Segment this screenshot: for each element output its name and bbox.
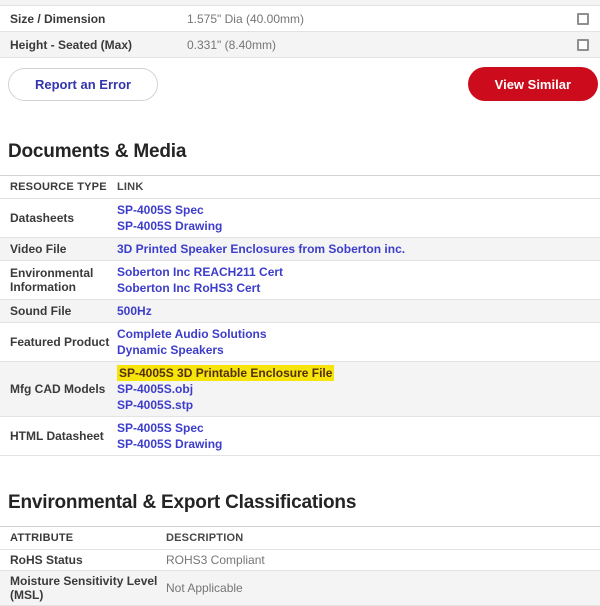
column-header-resource-type: RESOURCE TYPE [0,181,117,193]
document-link[interactable]: SP-4005S.obj [117,381,193,397]
attribute-value: Not Applicable [166,581,600,595]
report-error-button[interactable]: Report an Error [8,68,158,101]
document-link[interactable]: Soberton Inc REACH211 Cert [117,264,283,280]
table-row-video-file: Video File 3D Printed Speaker Enclosures… [0,238,600,261]
document-link[interactable]: SP-4005S Drawing [117,436,222,452]
spec-table: Size / Dimension 1.575" Dia (40.00mm) He… [0,6,600,58]
table-row-msl: Moisture Sensitivity Level (MSL) Not App… [0,571,600,606]
resource-type-label: Mfg CAD Models [0,382,117,396]
resource-type-label: Environmental Information [0,266,117,294]
document-link[interactable]: SP-4005S Spec [117,420,204,436]
spec-row-checkbox[interactable] [577,13,589,25]
document-link[interactable]: Dynamic Speakers [117,342,224,358]
table-row-html-datasheet: HTML Datasheet SP-4005S Spec SP-4005S Dr… [0,417,600,456]
resource-type-label: Datasheets [0,211,117,225]
table-row-sound-file: Sound File 500Hz [0,300,600,323]
resource-type-label: Sound File [0,304,117,318]
documents-media-title: Documents & Media [0,141,600,163]
table-row-environmental-information: Environmental Information Soberton Inc R… [0,261,600,300]
document-link[interactable]: SP-4005S Spec [117,202,204,218]
spec-label: Height - Seated (Max) [0,38,187,52]
column-header-description: DESCRIPTION [166,532,600,544]
column-header-attribute: ATTRIBUTE [0,532,166,544]
spec-row-checkbox[interactable] [577,39,589,51]
table-row: Size / Dimension 1.575" Dia (40.00mm) [0,6,600,32]
env-export-title: Environmental & Export Classifications [0,492,600,514]
document-link-highlighted[interactable]: SP-4005S 3D Printable Enclosure File [117,365,334,381]
attribute-value: ROHS3 Compliant [166,553,600,567]
table-header-row: ATTRIBUTE DESCRIPTION [0,527,600,550]
table-row-datasheets: Datasheets SP-4005S Spec SP-4005S Drawin… [0,199,600,238]
document-link[interactable]: 500Hz [117,303,152,319]
attribute-label: RoHS Status [0,553,166,567]
document-link[interactable]: SP-4005S Drawing [117,218,222,234]
resource-type-label: Video File [0,242,117,256]
spec-label: Size / Dimension [0,12,187,26]
view-similar-button[interactable]: View Similar [468,67,598,101]
actions-bar: Report an Error View Similar [0,63,600,105]
document-link[interactable]: Complete Audio Solutions [117,326,267,342]
document-link[interactable]: 3D Printed Speaker Enclosures from Sober… [117,241,405,257]
table-row-mfg-cad-models: Mfg CAD Models SP-4005S 3D Printable Enc… [0,362,600,417]
attribute-label: Moisture Sensitivity Level (MSL) [0,574,166,602]
spec-value: 1.575" Dia (40.00mm) [187,12,577,26]
table-row: Height - Seated (Max) 0.331" (8.40mm) [0,32,600,58]
column-header-link: LINK [117,181,600,193]
env-export-table: ATTRIBUTE DESCRIPTION RoHS Status ROHS3 … [0,526,600,606]
document-link[interactable]: SP-4005S.stp [117,397,193,413]
table-row-featured-product: Featured Product Complete Audio Solution… [0,323,600,362]
spec-value: 0.331" (8.40mm) [187,38,577,52]
resource-type-label: Featured Product [0,335,117,349]
document-link[interactable]: Soberton Inc RoHS3 Cert [117,280,260,296]
table-header-row: RESOURCE TYPE LINK [0,176,600,199]
resource-type-label: HTML Datasheet [0,429,117,443]
documents-media-table: RESOURCE TYPE LINK Datasheets SP-4005S S… [0,175,600,456]
